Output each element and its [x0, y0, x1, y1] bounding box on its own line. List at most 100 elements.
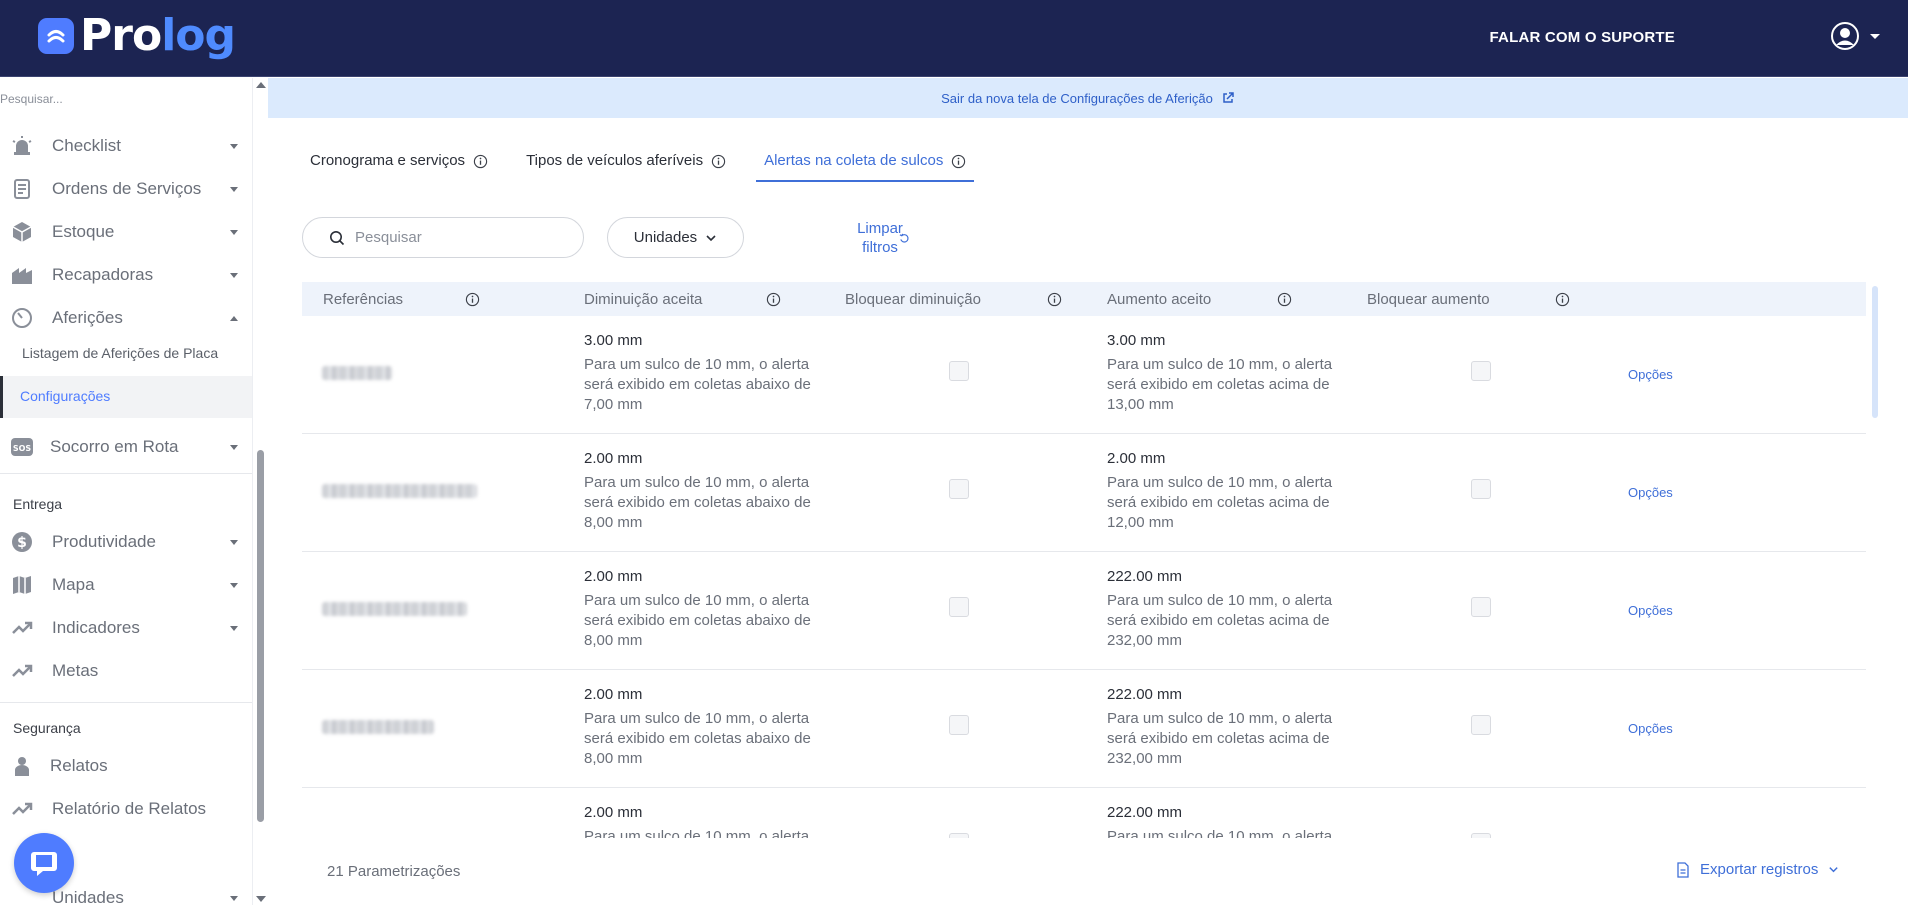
- sidebar-item-afericoes[interactable]: Aferições: [0, 298, 246, 338]
- sidebar-search-input[interactable]: Pesquisar...: [0, 92, 63, 106]
- sidebar-item-label: Estoque: [52, 222, 115, 241]
- block-increase-checkbox[interactable]: [1471, 833, 1491, 838]
- table-row: 2.00 mm Para um sulco de 10 mm, o alerta…: [302, 552, 1866, 670]
- sidebar-item-recapadoras[interactable]: Recapadoras: [0, 255, 246, 295]
- export-records-label: Exportar registros: [1700, 861, 1819, 878]
- sidebar-item-label: Checklist: [52, 136, 121, 155]
- svg-text:SOS: SOS: [13, 444, 32, 453]
- sidebar-item-produtividade[interactable]: $ Produtividade: [0, 522, 246, 562]
- reset-icon: [899, 233, 909, 243]
- trending-up-icon: [10, 616, 34, 640]
- decrease-value: 2.00 mm: [584, 568, 643, 585]
- tab-cronograma[interactable]: Cronograma e serviços: [302, 148, 496, 182]
- scroll-down-arrow-icon[interactable]: [256, 896, 266, 902]
- user-menu[interactable]: [1830, 21, 1880, 51]
- table-header: Referências Diminuição aceita Bloquear d…: [302, 282, 1866, 316]
- export-records-button[interactable]: Exportar registros: [1676, 861, 1839, 878]
- chevron-down-icon: [230, 272, 238, 278]
- increase-description: Para um sulco de 10 mm, o alerta será ex…: [1107, 592, 1333, 649]
- info-icon: [473, 154, 488, 169]
- table-scrollbar-thumb[interactable]: [1872, 286, 1878, 418]
- trending-up-icon: [10, 797, 34, 821]
- sos-icon: SOS: [10, 435, 34, 459]
- info-icon[interactable]: [465, 292, 480, 307]
- column-header-bloquear-diminuicao: Bloquear diminuição: [845, 290, 981, 308]
- info-icon[interactable]: [766, 292, 781, 307]
- sidebar-item-relatos[interactable]: Relatos: [0, 746, 246, 786]
- section-label-seguranca: Segurança: [13, 720, 81, 736]
- increase-value: 222.00 mm: [1107, 568, 1183, 585]
- search-input[interactable]: [355, 229, 555, 246]
- external-link-icon: [1223, 92, 1234, 103]
- info-icon[interactable]: [1277, 292, 1292, 307]
- block-increase-checkbox[interactable]: [1471, 715, 1491, 735]
- block-increase-checkbox[interactable]: [1471, 597, 1491, 617]
- block-increase-checkbox[interactable]: [1471, 479, 1491, 499]
- column-header-aumento-aceito: Aumento aceito: [1107, 290, 1212, 308]
- table-row: 2.00 mm Para um sulco de 10 mm, o alerta…: [302, 670, 1866, 788]
- config-tabs: Cronograma e serviços Tipos de veículos …: [302, 148, 996, 182]
- sidebar-item-label: Recapadoras: [52, 265, 154, 284]
- sidebar-item-label: Relatório de Relatos: [52, 799, 207, 818]
- sidebar-subitem-listagem[interactable]: Listagem de Aferições de Placa: [22, 345, 252, 361]
- tab-label: Tipos de veículos aferíveis: [526, 152, 704, 169]
- increase-description: Para um sulco de 10 mm, o alerta: [1107, 828, 1333, 838]
- row-options-link[interactable]: Opções: [1628, 485, 1673, 500]
- block-decrease-checkbox[interactable]: [949, 833, 969, 838]
- block-decrease-checkbox[interactable]: [949, 715, 969, 735]
- clear-filters-button[interactable]: Limpar filtros: [845, 219, 915, 257]
- chevron-down-icon: [706, 234, 716, 241]
- support-link[interactable]: FALAR COM O SUPORTE: [1490, 29, 1675, 46]
- row-options-link[interactable]: Opções: [1628, 603, 1673, 618]
- increase-value: 3.00 mm: [1107, 332, 1166, 349]
- decrease-value: 3.00 mm: [584, 332, 643, 349]
- block-decrease-checkbox[interactable]: [949, 479, 969, 499]
- legacy-screen-banner-link[interactable]: Sair da nova tela de Configurações de Af…: [268, 78, 1908, 118]
- sidebar-item-label: Produtividade: [52, 532, 156, 551]
- block-decrease-checkbox[interactable]: [949, 597, 969, 617]
- alarm-light-icon: [10, 134, 34, 158]
- sidebar-item-label: Mapa: [52, 575, 95, 594]
- search-icon: [330, 230, 345, 245]
- units-filter-dropdown[interactable]: Unidades: [607, 217, 744, 258]
- sidebar-item-metas[interactable]: Metas: [0, 651, 246, 691]
- sidebar-item-mapa[interactable]: Mapa: [0, 565, 246, 605]
- search-field[interactable]: [302, 217, 584, 258]
- tab-alertas-coleta-sulcos[interactable]: Alertas na coleta de sulcos: [756, 148, 975, 182]
- block-decrease-checkbox[interactable]: [949, 361, 969, 381]
- tab-tipos-de-veiculos[interactable]: Tipos de veículos aferíveis: [518, 148, 734, 182]
- logo-mark-icon: [38, 18, 74, 54]
- info-icon[interactable]: [1047, 292, 1062, 307]
- chevron-down-icon: [230, 186, 238, 192]
- sidebar-item-relatorio-de-relatos[interactable]: Relatório de Relatos: [0, 789, 246, 829]
- row-options-link[interactable]: Opções: [1628, 721, 1673, 736]
- logo-wordmark: Prolog: [80, 10, 236, 61]
- sidebar-item-indicadores[interactable]: Indicadores: [0, 608, 246, 648]
- block-increase-checkbox[interactable]: [1471, 361, 1491, 381]
- sidebar-subitem-configuracoes[interactable]: Configurações: [0, 376, 252, 418]
- sidebar-item-label: Ordens de Serviços: [52, 179, 202, 198]
- sidebar-item-socorro-em-rota[interactable]: SOS Socorro em Rota: [0, 427, 246, 467]
- chevron-down-icon: [1829, 867, 1839, 873]
- boxes-icon: [10, 220, 34, 244]
- increase-description: Para um sulco de 10 mm, o alerta será ex…: [1107, 710, 1333, 767]
- prolog-logo[interactable]: Prolog: [38, 10, 236, 61]
- sidebar-item-estoque[interactable]: Estoque: [0, 212, 246, 252]
- sidebar-item-ordens-de-servicos[interactable]: Ordens de Serviços: [0, 169, 246, 209]
- banner-text: Sair da nova tela de Configurações de Af…: [941, 90, 1213, 106]
- svg-text:$: $: [17, 535, 27, 551]
- person-icon: [10, 754, 34, 778]
- info-icon[interactable]: [1555, 292, 1570, 307]
- row-options-link[interactable]: Opções: [1628, 367, 1673, 382]
- sidebar-scrollbar-thumb[interactable]: [257, 450, 264, 822]
- trending-up-icon: [10, 659, 34, 683]
- decrease-description: Para um sulco de 10 mm, o alerta será ex…: [584, 356, 811, 413]
- alerts-table: Referências Diminuição aceita Bloquear d…: [302, 282, 1866, 838]
- document-icon: [10, 177, 34, 201]
- scroll-up-arrow-icon[interactable]: [256, 82, 266, 88]
- chevron-down-icon: [230, 444, 238, 450]
- decrease-description: Para um sulco de 10 mm, o alerta será ex…: [584, 592, 811, 649]
- sidebar-item-checklist[interactable]: Checklist: [0, 126, 246, 166]
- chat-support-button[interactable]: [14, 833, 74, 893]
- sidebar-item-label: Metas: [52, 661, 99, 680]
